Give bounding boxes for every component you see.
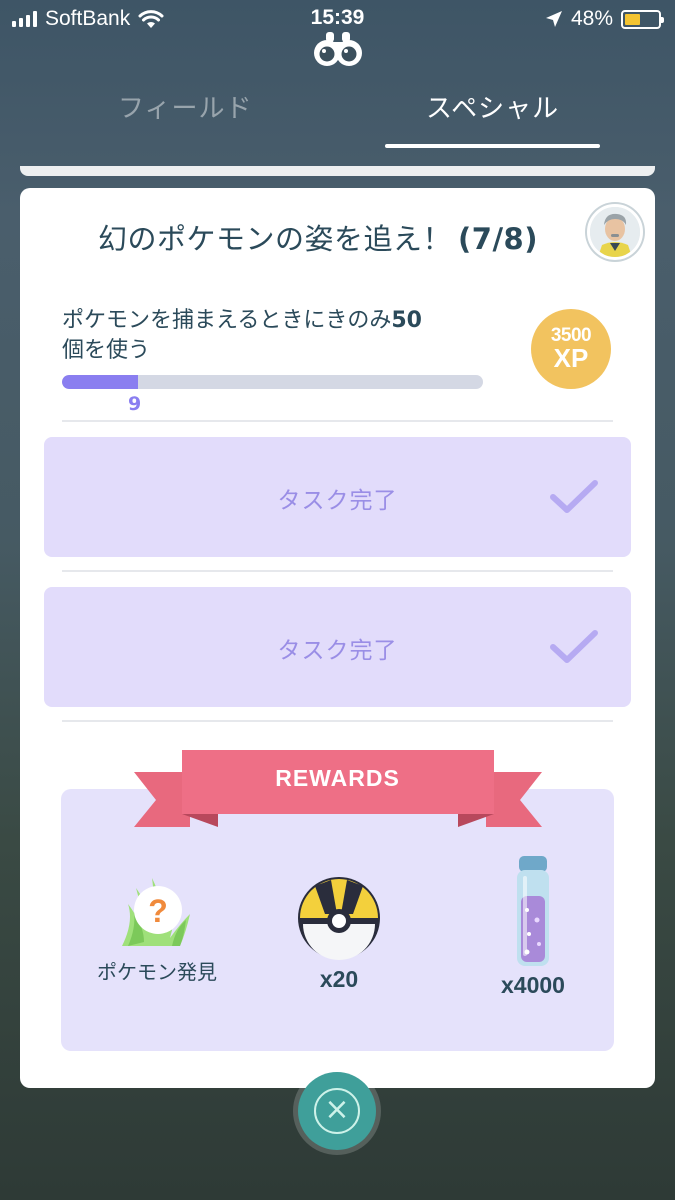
battery-icon (621, 9, 664, 29)
quest-title-text: 幻のポケモンの姿を追え！ (98, 222, 453, 256)
xp-label: XP (553, 343, 589, 373)
task-text-part1: ポケモンを捕まえるときにきのみ (62, 308, 392, 333)
close-icon: × (314, 1088, 360, 1134)
rewards-header: REWARDS (275, 765, 400, 791)
tab-special[interactable]: スペシャル (426, 88, 559, 125)
divider (62, 420, 613, 422)
reward-encounter-label: ポケモン発見 (97, 960, 217, 984)
quest-tabs: フィールド スペシャル (0, 80, 675, 150)
previous-card-edge (20, 166, 655, 176)
professor-avatar (587, 204, 643, 260)
ultra-ball-icon (298, 877, 380, 960)
completed-task: タスク完了 (44, 437, 631, 557)
reward-stardust-qty: x4000 (501, 972, 565, 998)
quest-title: 幻のポケモンの姿を追え！ (7/8) (98, 216, 538, 258)
stardust-icon (517, 856, 549, 966)
close-button[interactable]: × (298, 1072, 376, 1150)
divider (62, 720, 613, 722)
task-description: ポケモンを捕まえるときにきのみ50 個を使う (62, 306, 502, 366)
task-text-count: 50 (391, 308, 422, 333)
binoculars-icon[interactable] (312, 28, 364, 68)
battery-percent: 48% (570, 7, 613, 30)
svg-text:?: ? (148, 893, 168, 929)
completed-task: タスク完了 (44, 587, 631, 707)
divider (62, 570, 613, 572)
encounter-grass-icon: ? (122, 878, 190, 946)
completed-task-label: タスク完了 (277, 638, 398, 664)
task-progress-bar (62, 375, 483, 389)
check-icon (550, 630, 598, 663)
task-progress-value: 9 (128, 393, 142, 415)
professor-portrait-icon (590, 207, 640, 257)
task-progress-fill (62, 375, 138, 389)
reward-ultra-ball: x20 (284, 874, 394, 993)
status-right: 48% (545, 7, 664, 31)
reward-encounter: ? ポケモン発見 (82, 866, 232, 985)
quest-step-count: (7/8) (458, 222, 538, 256)
reward-stardust: x4000 (478, 854, 588, 999)
check-icon (550, 480, 598, 513)
active-tab-indicator (385, 144, 600, 148)
xp-reward-badge: 3500 XP (531, 309, 611, 389)
tab-field[interactable]: フィールド (118, 88, 252, 125)
task-text-part2: 個を使う (62, 338, 151, 363)
completed-task-label: タスク完了 (277, 488, 398, 514)
special-research-card: 幻のポケモンの姿を追え！ (7/8) ポケモンを捕まえるときにきのみ50 個を使う… (20, 188, 655, 1088)
location-arrow-icon (545, 11, 562, 27)
reward-ultra-ball-qty: x20 (319, 966, 359, 992)
